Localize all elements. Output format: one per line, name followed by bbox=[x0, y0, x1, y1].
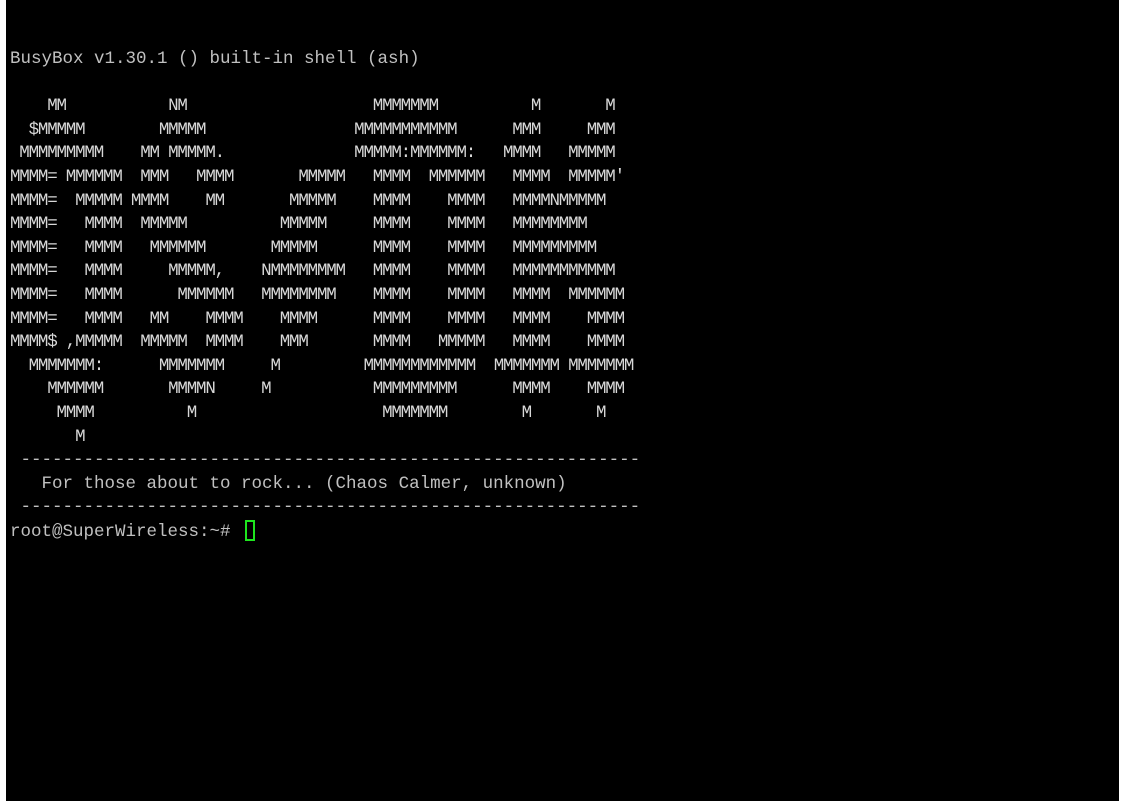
logo-line: MMMMMMMMM MM MMMMM. MMMMM:MMMMMM: MMMM M… bbox=[10, 143, 616, 164]
shell-prompt: root@SuperWireless:~# bbox=[10, 521, 242, 542]
logo-line: MMMM= MMMM MM MMMM MMMM MMMM MMMM MMMM M… bbox=[10, 308, 625, 329]
logo-line: M bbox=[10, 426, 86, 447]
logo-line: MMMM= MMMMMM MMM MMMM MMMMM MMMM MMMMMM … bbox=[10, 166, 625, 187]
tagline: For those about to rock... (Chaos Calmer… bbox=[10, 473, 567, 494]
logo-line: MMMM= MMMM MMMMMM MMMMMMMM MMMM MMMM MMM… bbox=[10, 284, 625, 305]
logo-line: MM NM MMMMMMM M M bbox=[10, 96, 616, 117]
logo-line: MMMMMMM: MMMMMMM M MMMMMMMMMMMM MMMMMMM … bbox=[10, 355, 635, 376]
terminal-window[interactable]: BusyBox v1.30.1 () built-in shell (ash) … bbox=[6, 0, 1119, 801]
banner-line: BusyBox v1.30.1 () built-in shell (ash) bbox=[10, 49, 420, 69]
divider-top: ----------------------------------------… bbox=[10, 450, 641, 471]
logo-line: $MMMMM MMMMM MMMMMMMMMMM MMM MMM bbox=[10, 119, 616, 140]
logo-line: MMMM= MMMM MMMMMM MMMMM MMMM MMMM MMMMMM… bbox=[10, 237, 597, 258]
terminal-output: BusyBox v1.30.1 () built-in shell (ash) … bbox=[10, 48, 640, 543]
divider-bottom: ----------------------------------------… bbox=[10, 497, 641, 518]
command-line[interactable]: root@SuperWireless:~# bbox=[10, 519, 640, 544]
logo-line: MMMM M MMMMMMM M M bbox=[10, 402, 607, 423]
logo-line: MMMMMM MMMMN M MMMMMMMMM MMMM MMMM bbox=[10, 379, 625, 400]
text-cursor[interactable] bbox=[245, 519, 256, 541]
logo-line: MMMM$ ,MMMMM MMMMM MMMM MMM MMMM MMMMM M… bbox=[10, 332, 625, 353]
logo-line: MMMM= MMMMM MMMM MM MMMMM MMMM MMMM MMMM… bbox=[10, 190, 607, 211]
logo-line: MMMM= MMMM MMMMM MMMMM MMMM MMMM MMMMMMM… bbox=[10, 214, 588, 235]
logo-line bbox=[10, 72, 640, 96]
logo-line: MMMM= MMMM MMMMM, NMMMMMMMM MMMM MMMM MM… bbox=[10, 261, 616, 282]
